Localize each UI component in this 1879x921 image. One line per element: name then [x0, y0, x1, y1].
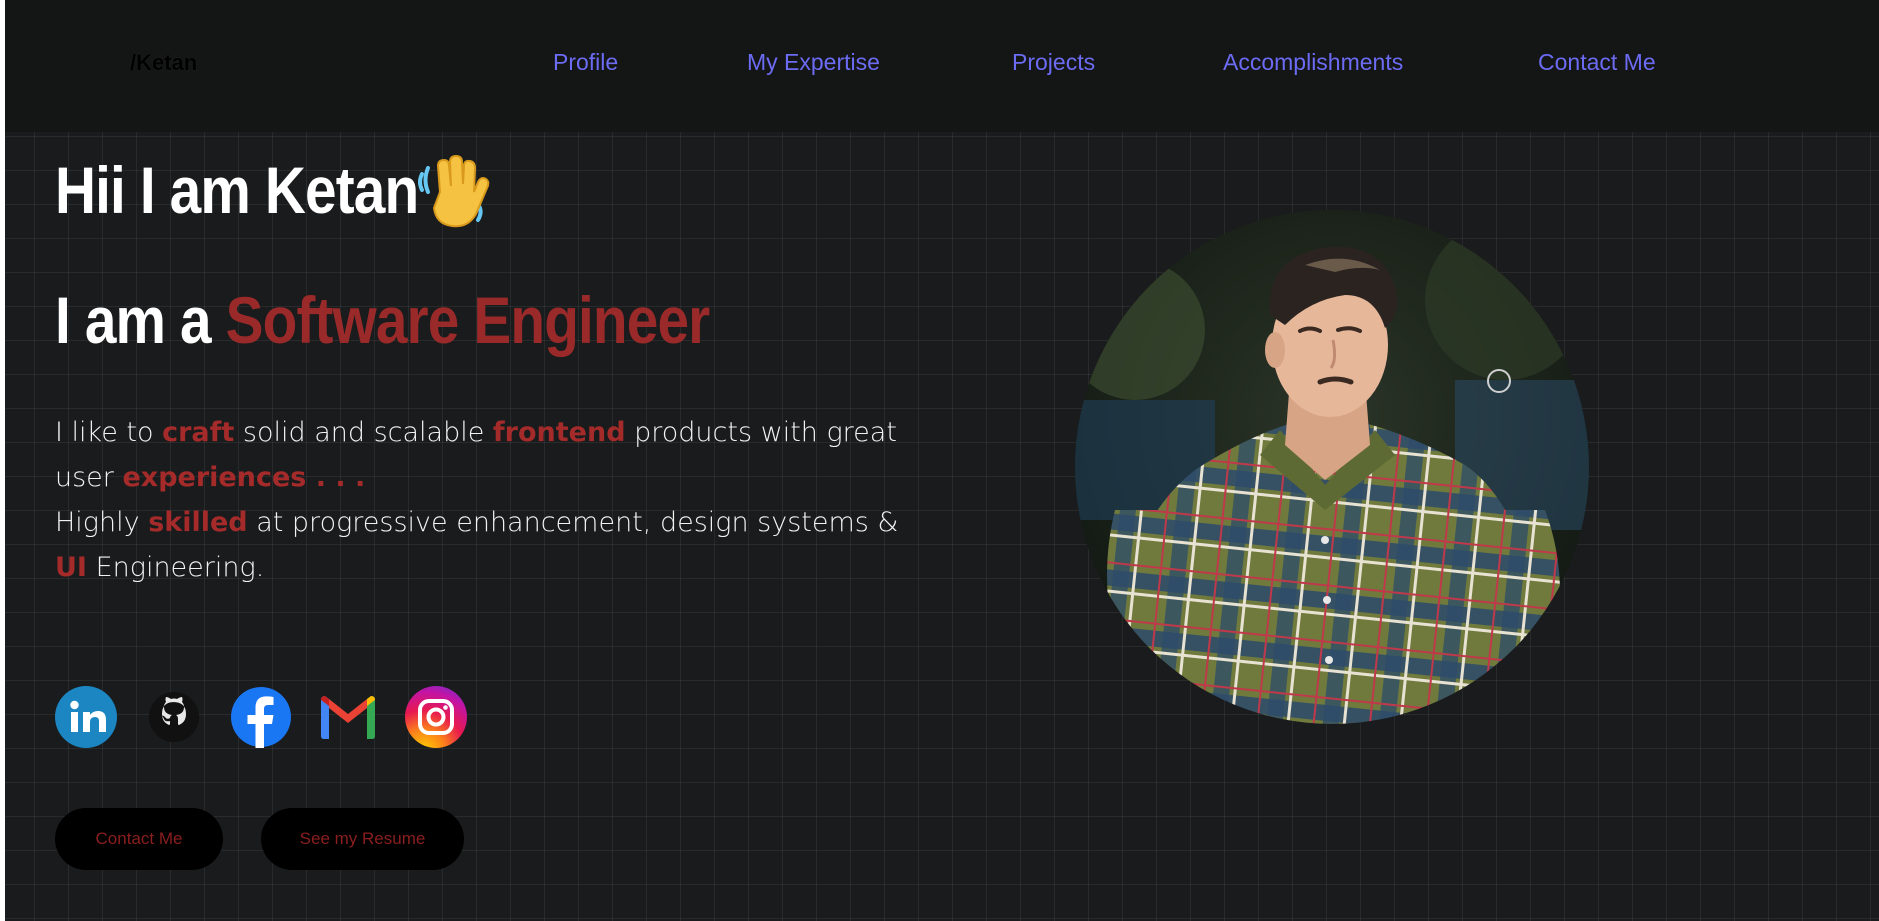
greeting-text: Hii I am Ketan	[55, 153, 419, 227]
about-highlight-ui: UI	[55, 552, 87, 583]
nav-link-my-expertise[interactable]: My Expertise	[747, 49, 880, 76]
about-highlight-skilled: skilled	[148, 507, 248, 538]
linkedin-icon[interactable]	[55, 686, 117, 748]
facebook-icon[interactable]	[230, 686, 292, 748]
nav-link-projects[interactable]: Projects	[1012, 49, 1095, 76]
about-text: I like to craft solid and scalable front…	[55, 410, 925, 590]
contact-me-button[interactable]: Contact Me	[55, 808, 223, 870]
about-text-part: at progressive enhancement, design syste…	[247, 507, 899, 538]
waving-hand-icon	[418, 152, 490, 232]
instagram-icon[interactable]	[405, 686, 467, 748]
page-edge	[0, 0, 5, 921]
nav-link-profile[interactable]: Profile	[553, 49, 618, 76]
about-text-part: Highly	[55, 507, 149, 538]
hero-greeting: Hii I am Ketan	[55, 152, 419, 228]
about-text-part: solid and scalable	[234, 417, 493, 448]
about-highlight-frontend: frontend	[492, 417, 626, 448]
navbar: /Ketan Profile My Expertise Projects Acc…	[5, 0, 1879, 132]
site-logo[interactable]: /Ketan	[130, 50, 197, 76]
github-icon[interactable]	[143, 686, 205, 748]
nav-link-accomplishments[interactable]: Accomplishments	[1223, 49, 1403, 76]
about-text-part: Engineering.	[86, 552, 265, 583]
profile-photo	[1075, 210, 1589, 724]
about-text-part: I like to	[55, 417, 163, 448]
mouse-cursor-ring	[1487, 369, 1511, 393]
nav-link-contact-me[interactable]: Contact Me	[1538, 49, 1656, 76]
role-prefix: I am a	[55, 283, 226, 357]
gmail-icon[interactable]	[317, 686, 379, 748]
role-title: Software Engineer	[225, 283, 711, 357]
hero-role: I am a Software Engineer	[55, 282, 711, 358]
about-highlight-craft: craft	[162, 417, 235, 448]
about-highlight-experiences: experiences . . .	[122, 462, 366, 493]
see-resume-button[interactable]: See my Resume	[261, 808, 464, 870]
